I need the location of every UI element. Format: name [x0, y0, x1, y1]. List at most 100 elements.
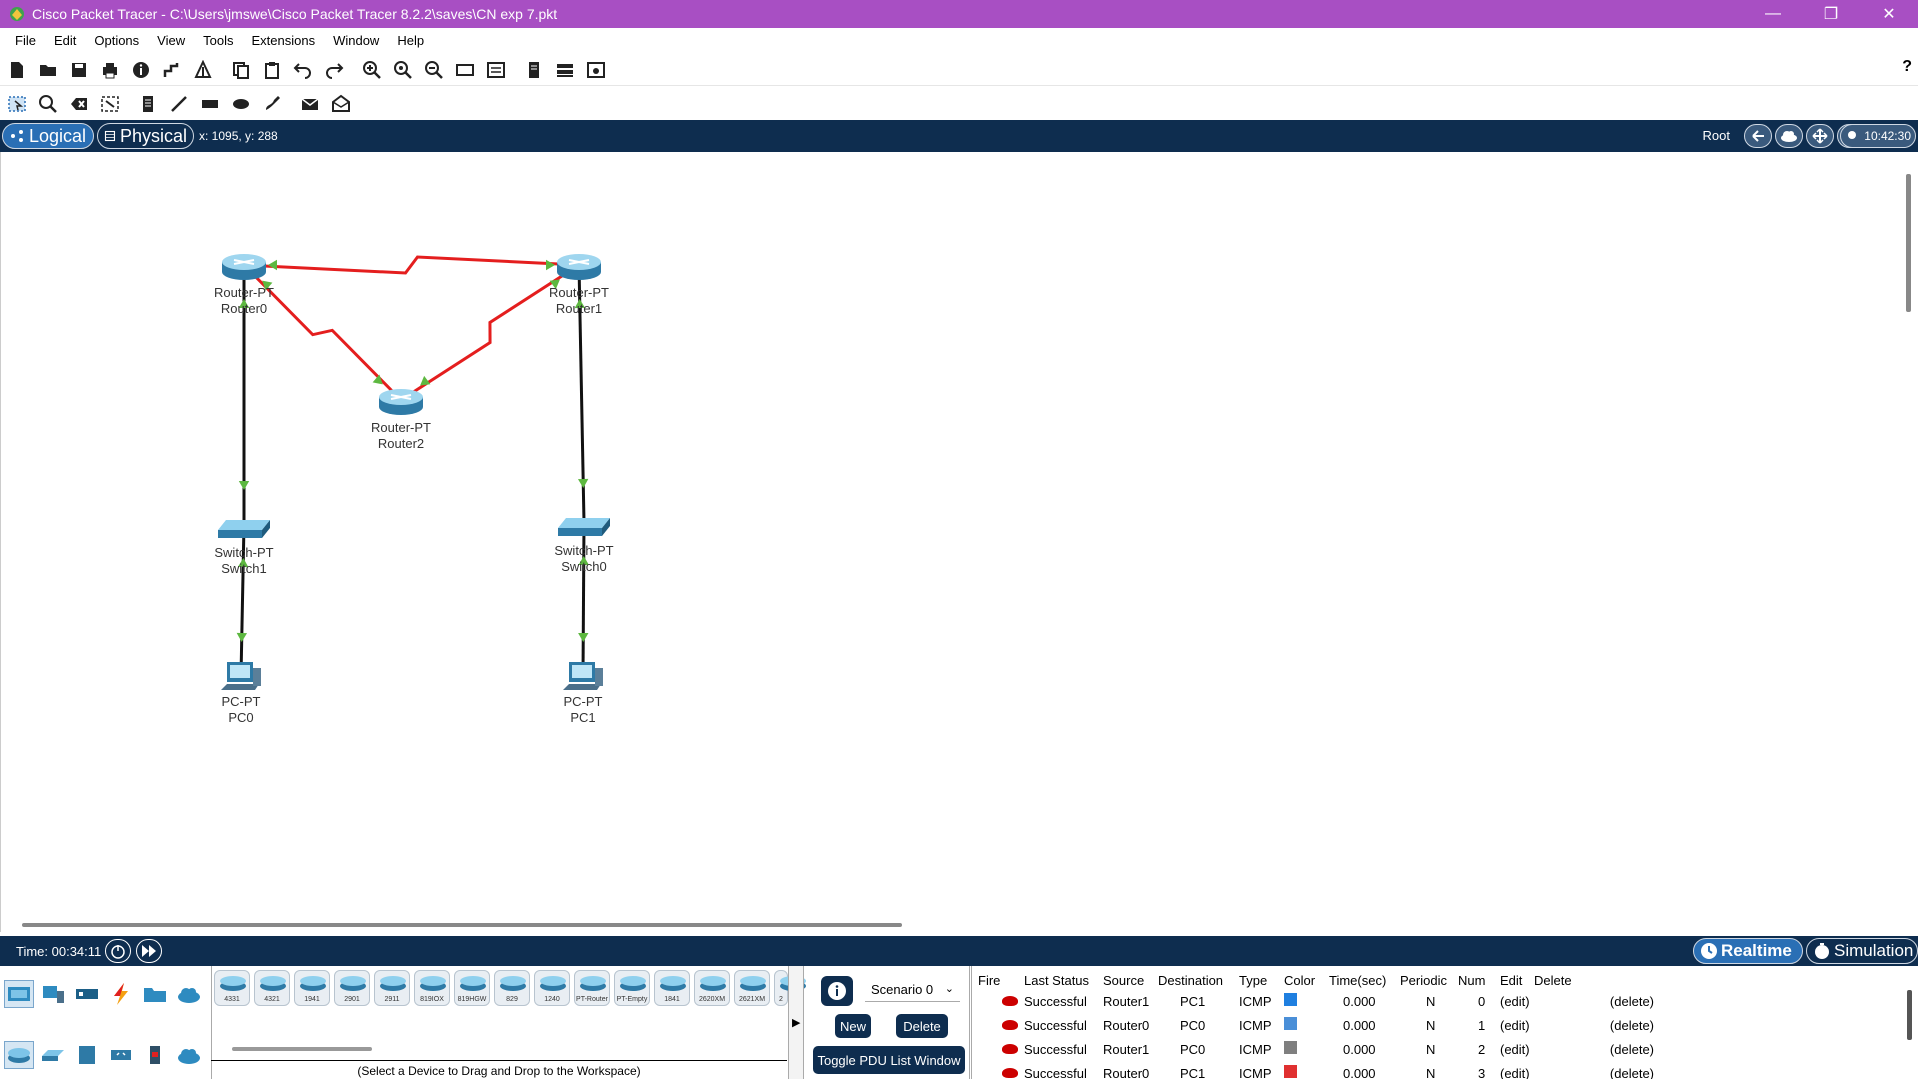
pdu-edit-link[interactable]: (edit)	[1500, 1037, 1534, 1061]
device-model-819iox[interactable]: 819IOX	[414, 970, 450, 1006]
hubs-subcategory[interactable]	[72, 1041, 102, 1069]
help-button[interactable]: ?	[1902, 58, 1912, 76]
activity-wizard-button[interactable]	[161, 60, 183, 80]
toggle-pdu-list-button[interactable]: Toggle PDU List Window	[813, 1046, 965, 1074]
ipc-button[interactable]	[585, 60, 607, 80]
menu-window[interactable]: Window	[324, 33, 388, 48]
physical-view-button[interactable]: Physical	[97, 123, 194, 149]
custom-device-button[interactable]	[192, 60, 214, 80]
device-list-scrollbar[interactable]	[232, 1047, 372, 1051]
device-model-2901[interactable]: 2901	[334, 970, 370, 1006]
fire-pdu-icon[interactable]	[1002, 1043, 1018, 1054]
device-model-1240[interactable]: 1240	[534, 970, 570, 1006]
vertical-scroll-thumb[interactable]	[1906, 174, 1911, 312]
device-model-1941[interactable]: 1941	[294, 970, 330, 1006]
device-model-2[interactable]: 2	[774, 970, 806, 1006]
menu-options[interactable]: Options	[85, 33, 148, 48]
menu-file[interactable]: File	[6, 33, 45, 48]
freeform-button[interactable]	[261, 94, 283, 114]
connections-category[interactable]	[106, 980, 136, 1008]
zoom-in-button[interactable]	[361, 60, 383, 80]
horizontal-scroll-thumb[interactable]	[22, 923, 902, 927]
copy-button[interactable]	[230, 60, 252, 80]
logical-workspace[interactable]: Router-PT Router0 Router-PT Router1 Router-P…	[0, 152, 1900, 932]
realtime-mode-button[interactable]: Realtime	[1693, 938, 1803, 964]
device-model-pt-router[interactable]: PT-Router	[574, 970, 610, 1006]
fire-pdu-icon[interactable]	[1002, 995, 1018, 1006]
topology-canvas[interactable]: Router-PTRouter0 Router-PTRouter1 Router-P…	[1, 152, 1901, 912]
components-category[interactable]	[72, 980, 102, 1008]
wan-emulation-subcategory[interactable]	[174, 1041, 204, 1069]
restore-button[interactable]: ❐	[1802, 0, 1860, 28]
new-scenario-button[interactable]: New	[835, 1014, 871, 1038]
menu-tools[interactable]: Tools	[194, 33, 242, 48]
note-button[interactable]	[137, 94, 159, 114]
draw-line-button[interactable]	[168, 94, 190, 114]
device-pc0[interactable]: PC-PTPC0	[221, 662, 261, 725]
menu-help[interactable]: Help	[388, 33, 433, 48]
complex-pdu-button[interactable]	[330, 94, 352, 114]
save-button[interactable]	[68, 60, 90, 80]
device-model-4321[interactable]: 4321	[254, 970, 290, 1006]
open-folder-button[interactable]	[37, 60, 59, 80]
device-router1[interactable]: Router-PTRouter1	[549, 254, 609, 316]
power-cycle-button[interactable]	[105, 939, 131, 963]
inspect-button[interactable]	[37, 94, 59, 114]
workspace-horizontal-scrollbar[interactable]	[0, 912, 1900, 932]
pdu-edit-link[interactable]: (edit)	[1500, 989, 1534, 1013]
network-devices-category[interactable]	[4, 980, 34, 1008]
delete-scenario-button[interactable]: Delete	[896, 1014, 948, 1038]
move-object-button[interactable]	[1806, 124, 1834, 148]
menu-view[interactable]: View	[148, 33, 194, 48]
device-model-2620xm[interactable]: 2620XM	[694, 970, 730, 1006]
paste-button[interactable]	[261, 60, 283, 80]
minimize-button[interactable]: —	[1744, 0, 1802, 28]
device-model-819hgw[interactable]: 819HGW	[454, 970, 490, 1006]
device-model-829[interactable]: 829	[494, 970, 530, 1006]
drawing-palette-button[interactable]	[454, 60, 476, 80]
info-button[interactable]	[130, 60, 152, 80]
select-button[interactable]	[6, 94, 28, 114]
fire-pdu-icon[interactable]	[1002, 1019, 1018, 1030]
back-navigation-button[interactable]	[1744, 124, 1772, 148]
menu-edit[interactable]: Edit	[45, 33, 85, 48]
device-switch1[interactable]: Switch-PTSwitch1	[214, 520, 274, 576]
zoom-reset-button[interactable]	[392, 60, 414, 80]
logical-view-button[interactable]: Logical	[2, 123, 94, 149]
device-model-2621xm[interactable]: 2621XM	[734, 970, 770, 1006]
device-switch0[interactable]: Switch-PTSwitch0	[554, 518, 614, 574]
pdu-delete-link[interactable]: (delete)	[1534, 989, 1654, 1013]
device-router2[interactable]: Router-PTRouter2	[371, 389, 431, 451]
routers-subcategory[interactable]	[4, 1041, 34, 1069]
custom-devices-dialog-button[interactable]	[485, 60, 507, 80]
cluster-button[interactable]	[1775, 124, 1803, 148]
resize-button[interactable]	[99, 94, 121, 114]
device-model-pt-empty[interactable]: PT-Empty	[614, 970, 650, 1006]
device-router0[interactable]: Router-PTRouter0	[214, 254, 274, 316]
workspace-vertical-scrollbar[interactable]	[1902, 152, 1918, 932]
switches-subcategory[interactable]	[38, 1041, 68, 1069]
print-button[interactable]	[99, 60, 121, 80]
new-file-button[interactable]	[6, 60, 28, 80]
draw-rect-button[interactable]	[199, 94, 221, 114]
pdu-edit-link[interactable]: (edit)	[1500, 1013, 1534, 1037]
device-pc1[interactable]: PC-PTPC1	[563, 662, 603, 725]
close-button[interactable]: ✕	[1860, 0, 1918, 28]
security-subcategory[interactable]	[140, 1041, 170, 1069]
pdu-delete-link[interactable]: (delete)	[1534, 1013, 1654, 1037]
pdu-delete-link[interactable]: (delete)	[1534, 1061, 1654, 1079]
panel-expand-button[interactable]: ▶	[788, 966, 804, 1079]
device-model-1841[interactable]: 1841	[654, 970, 690, 1006]
pdu-delete-link[interactable]: (delete)	[1534, 1037, 1654, 1061]
undo-button[interactable]	[292, 60, 314, 80]
device-model-2911[interactable]: 2911	[374, 970, 410, 1006]
network-info-button[interactable]	[554, 60, 576, 80]
redo-button[interactable]	[323, 60, 345, 80]
viewport-button[interactable]	[523, 60, 545, 80]
simulation-mode-button[interactable]: Simulation	[1806, 938, 1918, 964]
simple-pdu-button[interactable]	[299, 94, 321, 114]
multiuser-category[interactable]	[174, 980, 204, 1008]
zoom-out-button[interactable]	[423, 60, 445, 80]
wireless-subcategory[interactable]	[106, 1041, 136, 1069]
draw-ellipse-button[interactable]	[230, 94, 252, 114]
